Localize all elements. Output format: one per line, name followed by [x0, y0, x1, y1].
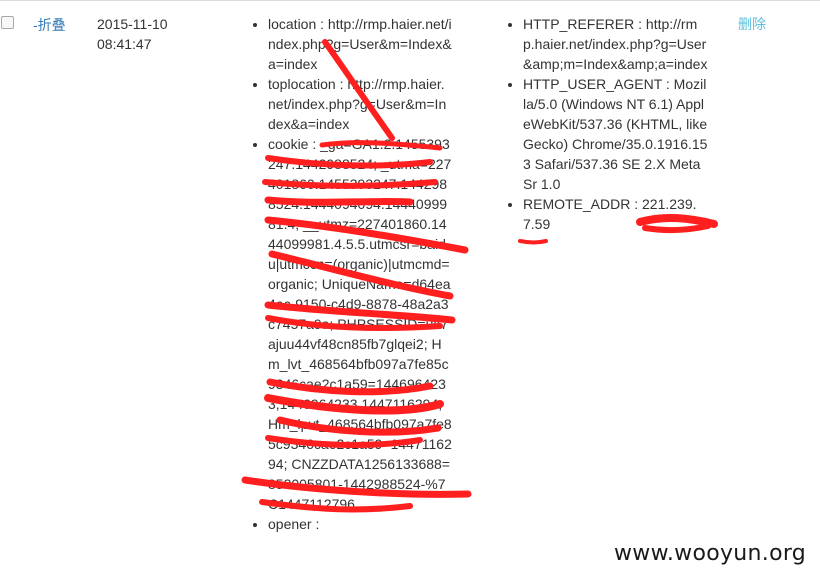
toplocation-item: toplocation : http://rmp.haier.net/index… — [268, 74, 452, 134]
date-text: 2015-11-10 — [97, 16, 168, 32]
watermark-text: www.wooyun.org — [614, 541, 807, 566]
location-item: location : http://rmp.haier.net/index.ph… — [268, 14, 452, 74]
request-info-list: location : http://rmp.haier.net/index.ph… — [268, 14, 452, 534]
header-info-list: HTTP_REFERER : http://rmp.haier.net/inde… — [523, 14, 708, 234]
remote-addr-item: REMOTE_ADDR : 221.239.7.59 — [523, 194, 708, 234]
table-row-divider — [0, 0, 820, 1]
timestamp-cell: 2015-11-10 08:41:47 — [97, 14, 187, 54]
opener-item: opener : — [268, 514, 452, 534]
cookie-item: cookie : _ga=GA1.2.1455393247.1442988524… — [268, 134, 452, 514]
http-user-agent-item: HTTP_USER_AGENT : Mozilla/5.0 (Windows N… — [523, 74, 708, 194]
collapse-toggle-link[interactable]: -折叠 — [33, 15, 66, 35]
http-referer-item: HTTP_REFERER : http://rmp.haier.net/inde… — [523, 14, 708, 74]
redaction-stroke — [518, 239, 548, 245]
row-select-checkbox[interactable] — [1, 16, 14, 29]
time-text: 08:41:47 — [97, 36, 152, 52]
delete-button[interactable]: 删除 — [738, 14, 766, 34]
